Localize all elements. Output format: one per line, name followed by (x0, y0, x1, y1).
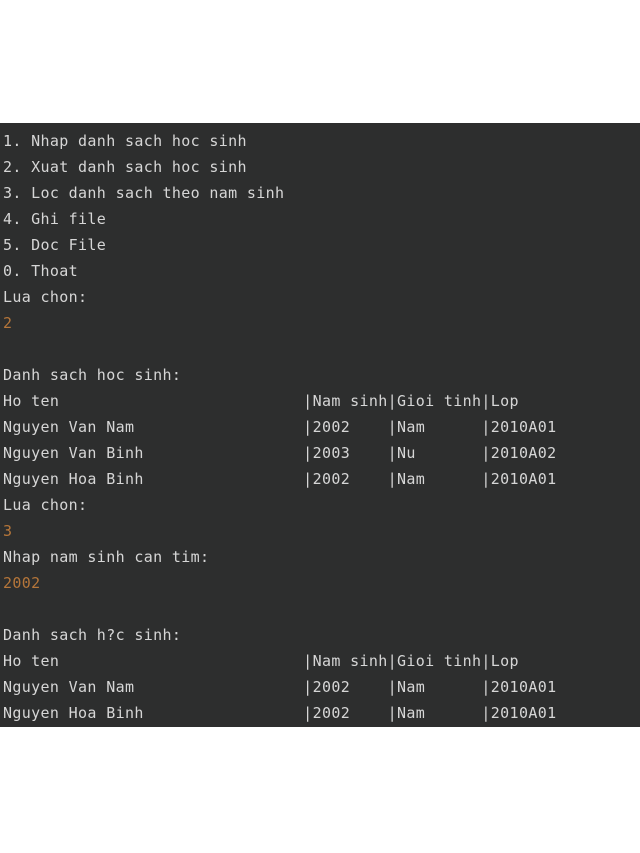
menu-item-3: 3. Loc danh sach theo nam sinh (3, 184, 285, 202)
listing-all-header: Ho ten |Nam sinh|Gioi tinh|Lop (3, 388, 640, 414)
listing-all-row-1: Nguyen Van Nam |2002 |Nam |2010A01 (3, 418, 557, 436)
menu-item-2: 2. Xuat danh sach hoc sinh (3, 158, 247, 176)
choice-prompt-second: Lua chon: (3, 496, 88, 514)
choice-input-first[interactable]: 2 (3, 310, 640, 336)
listing-all-title: Danh sach hoc sinh: (3, 366, 182, 384)
spacer-line-2 (3, 596, 640, 622)
choice-input-second[interactable]: 3 (3, 518, 640, 544)
menu-item-0: 0. Thoat (3, 262, 79, 280)
spacer-line-1 (3, 336, 640, 362)
listing-all-header-text: Ho ten |Nam sinh|Gioi tinh|Lop (3, 392, 519, 410)
listing-filtered-row-1: Nguyen Van Nam |2002 |Nam |2010A01 (3, 678, 557, 696)
year-input[interactable]: 2002 (3, 570, 640, 596)
page-canvas: 1. Nhap danh sach hoc sinh 2. Xuat danh … (0, 0, 640, 853)
menu-item-5: 5. Doc File (3, 236, 107, 254)
menu-item-1: 1. Nhap danh sach hoc sinh (3, 132, 247, 150)
listing-filtered-row-2: Nguyen Hoa Binh |2002 |Nam |2010A01 (3, 704, 557, 722)
year-prompt: Nhap nam sinh can tim: (3, 548, 210, 566)
listing-filtered-title: Danh sach h?c sinh: (3, 626, 182, 644)
terminal-console[interactable]: 1. Nhap danh sach hoc sinh 2. Xuat danh … (0, 123, 640, 727)
menu-item-4: 4. Ghi file (3, 210, 107, 228)
listing-all-row-2: Nguyen Van Binh |2003 |Nu |2010A02 (3, 444, 557, 462)
listing-all-row-3: Nguyen Hoa Binh |2002 |Nam |2010A01 (3, 470, 557, 488)
listing-filtered-header: Ho ten |Nam sinh|Gioi tinh|Lop (3, 652, 519, 670)
choice-prompt-first: Lua chon: (3, 288, 88, 306)
